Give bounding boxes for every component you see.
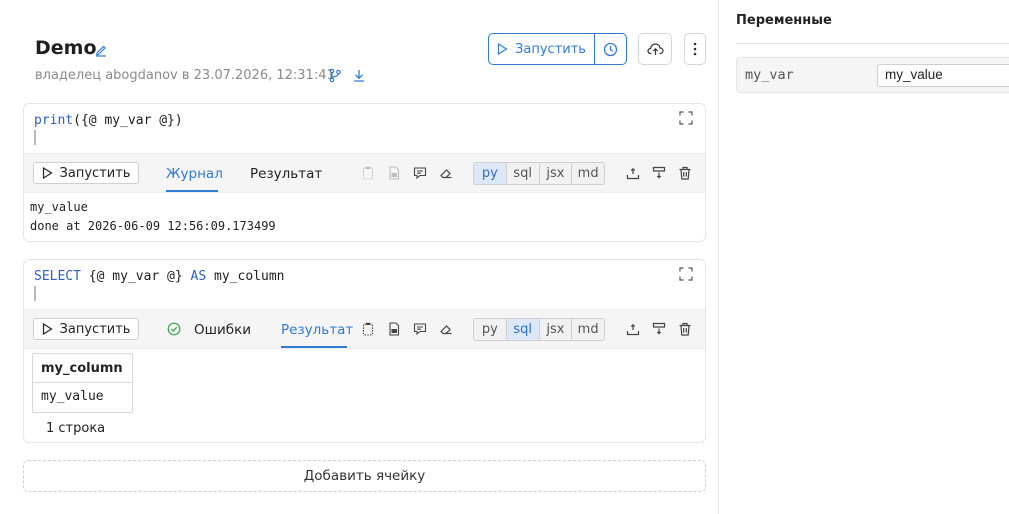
eraser-icon[interactable] [439, 322, 453, 336]
download-icon[interactable] [352, 68, 366, 83]
result-table: my_column my_value [32, 353, 133, 413]
comment-icon[interactable] [413, 322, 427, 336]
play-icon [42, 323, 53, 335]
add-cell-button[interactable]: Добавить ячейку [23, 460, 706, 492]
variable-row: my_var my_value [736, 57, 1009, 93]
cell-run-button[interactable]: Запустить [33, 162, 139, 184]
more-menu-button[interactable] [684, 33, 706, 65]
insert-above-icon[interactable] [626, 166, 640, 180]
variables-panel: Переменные my_var my_value [718, 0, 1009, 514]
kebab-icon [693, 42, 697, 56]
expand-icon[interactable] [679, 111, 693, 125]
variable-name: my_var [745, 67, 794, 83]
tab-result[interactable]: Результат [250, 166, 322, 182]
pencil-icon[interactable] [94, 43, 108, 57]
cell-run-label: Запустить [59, 321, 131, 337]
upload-button[interactable] [638, 33, 672, 65]
copy-icon[interactable] [361, 166, 375, 180]
cell-run-label: Запустить [59, 165, 131, 181]
tab-active-underline [166, 190, 218, 192]
csv-icon[interactable] [387, 322, 401, 336]
cell-1-toolbar: Запустить Журнал Результат py sql jsx md [24, 153, 705, 193]
run-all-label: Запустить [515, 41, 586, 57]
code-cell-2: SELECT {@ my_var @} AS my_column Запусти… [23, 259, 706, 443]
notebook-title: Demo [35, 37, 97, 59]
play-icon [497, 43, 508, 55]
divider [736, 43, 1009, 44]
code-cell-1: print({@ my_var @}) Запустить Журнал Рез… [23, 103, 706, 242]
trash-icon[interactable] [678, 166, 692, 180]
language-selector: py sql jsx md [473, 318, 605, 341]
lang-py[interactable]: py [474, 319, 507, 340]
code-keyword-as: AS [190, 269, 207, 284]
cell-run-button[interactable]: Запустить [33, 318, 139, 340]
notebook-meta: владелец abogdanov в 23.07.2026, 12:31:4… [35, 68, 335, 83]
check-circle-icon [167, 322, 181, 336]
cell-2-code[interactable]: SELECT {@ my_var @} AS my_column [34, 269, 284, 284]
branch-icon[interactable] [328, 68, 342, 83]
lang-md[interactable]: md [572, 319, 604, 340]
expand-icon[interactable] [679, 267, 693, 281]
variable-value-input[interactable]: my_value [877, 64, 1009, 87]
code-keyword-select: SELECT [34, 269, 81, 284]
insert-below-icon[interactable] [652, 322, 666, 336]
notebook-main: Demo владелец abogdanov в 23.07.2026, 12… [0, 0, 718, 514]
insert-below-icon[interactable] [652, 166, 666, 180]
comment-icon[interactable] [413, 166, 427, 180]
insert-above-icon[interactable] [626, 322, 640, 336]
lang-md[interactable]: md [572, 163, 604, 184]
play-icon [42, 167, 53, 179]
tab-journal[interactable]: Журнал [166, 166, 223, 182]
lang-py[interactable]: py [474, 163, 507, 184]
table-cell: my_value [41, 389, 104, 404]
trash-icon[interactable] [678, 322, 692, 336]
cell-2-toolbar: Запустить Ошибки Результат py sql jsx md [24, 309, 705, 349]
cell-1-code[interactable]: print({@ my_var @}) [34, 113, 183, 128]
run-all-button[interactable]: Запустить [489, 34, 595, 64]
variables-title: Переменные [736, 13, 832, 28]
tab-active-underline [281, 346, 347, 348]
cloud-upload-icon [646, 43, 664, 55]
row-count: 1 строка [46, 421, 106, 436]
eraser-icon[interactable] [439, 166, 453, 180]
lang-sql[interactable]: sql [507, 163, 540, 184]
text-caret [34, 286, 36, 301]
run-all-group: Запустить [488, 33, 627, 65]
cell-1-output: my_value done at 2026-06-09 12:56:09.173… [30, 200, 276, 233]
tab-result[interactable]: Результат [281, 322, 353, 338]
language-selector: py sql jsx md [473, 162, 605, 185]
code-alias: my_column [206, 269, 285, 284]
csv-icon[interactable] [387, 166, 401, 180]
lang-jsx[interactable]: jsx [540, 163, 573, 184]
tab-errors[interactable]: Ошибки [194, 322, 251, 338]
copy-icon[interactable] [361, 322, 375, 336]
lang-sql[interactable]: sql [506, 319, 540, 340]
code-args: ({@ my_var @}) [73, 113, 183, 128]
lang-jsx[interactable]: jsx [540, 319, 573, 340]
table-header-cell: my_column [33, 354, 132, 383]
schedule-button[interactable] [595, 34, 626, 64]
clock-icon [603, 42, 618, 56]
code-function: print [34, 113, 74, 128]
code-expression: {@ my_var @} [80, 269, 191, 284]
text-caret [34, 130, 36, 145]
